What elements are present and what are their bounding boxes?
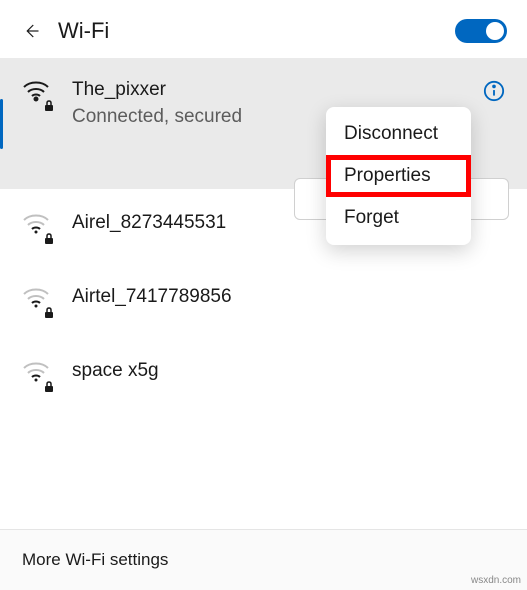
network-item[interactable]: space x5g	[0, 337, 527, 411]
info-icon[interactable]	[483, 80, 505, 102]
menu-item-forget[interactable]: Forget	[326, 197, 471, 239]
page-title: Wi-Fi	[58, 18, 109, 44]
network-info: space x5g	[72, 359, 507, 384]
footer: More Wi-Fi settings	[0, 529, 527, 590]
back-icon[interactable]	[22, 22, 40, 40]
header-left: Wi-Fi	[22, 18, 109, 44]
context-menu: Disconnect Properties Forget	[326, 107, 471, 245]
network-name: Airtel_7417789856	[72, 285, 507, 310]
network-info: Airtel_7417789856	[72, 285, 507, 310]
more-wifi-settings-link[interactable]: More Wi-Fi settings	[22, 550, 168, 569]
lock-icon	[44, 233, 54, 245]
menu-item-properties[interactable]: Properties	[326, 155, 471, 197]
wifi-secured-icon	[22, 287, 50, 315]
header: Wi-Fi	[0, 0, 527, 58]
lock-icon	[44, 307, 54, 319]
watermark: wsxdn.com	[471, 575, 521, 586]
network-name: space x5g	[72, 359, 507, 384]
wifi-secured-icon	[22, 361, 50, 389]
wifi-toggle[interactable]	[455, 19, 507, 43]
lock-icon	[44, 100, 54, 112]
wifi-secured-icon	[22, 213, 50, 241]
lock-icon	[44, 381, 54, 393]
menu-item-disconnect[interactable]: Disconnect	[326, 113, 471, 155]
wifi-secured-icon	[22, 80, 50, 108]
network-name: The_pixxer	[72, 78, 507, 103]
network-item[interactable]: Airtel_7417789856	[0, 263, 527, 337]
